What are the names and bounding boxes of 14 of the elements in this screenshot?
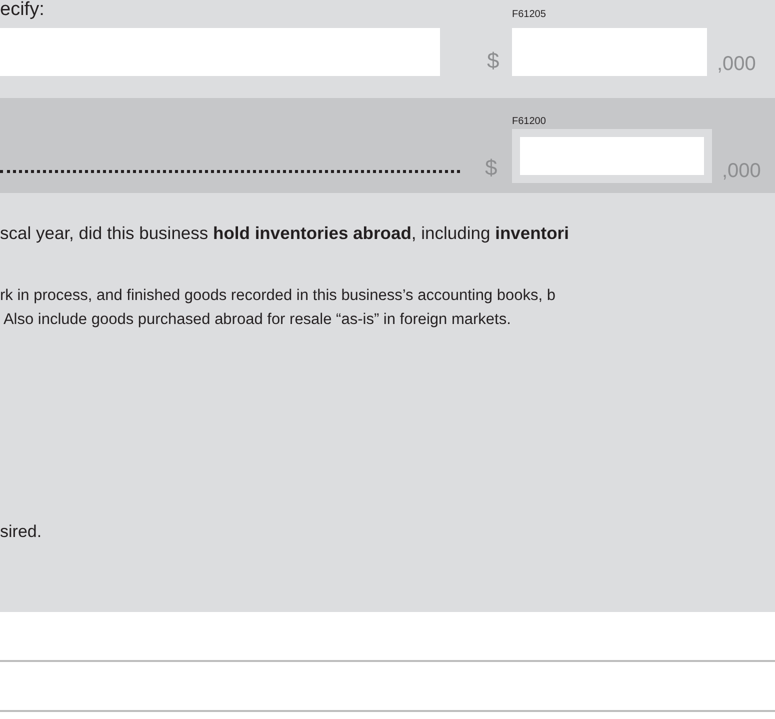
thousands-suffix: ,000 [717, 54, 756, 74]
item-code: F61205 [512, 9, 547, 20]
instruction-text: sired. [0, 522, 43, 542]
question-text: scal year, did this business hold inventories abroad, including inventori [0, 223, 570, 244]
thousands-suffix: ,000 [722, 161, 761, 181]
dollar-sign: $ [487, 50, 500, 72]
item-code: F61200 [512, 116, 547, 127]
total-input-field[interactable] [512, 129, 712, 183]
instruction-text: Also include goods purchased abroad for resale “as-is” in foreign markets. [2, 310, 512, 330]
amount-input-field[interactable] [512, 28, 707, 76]
dollar-sign: $ [485, 157, 498, 179]
specify-input-field[interactable] [0, 28, 440, 76]
specify-label: ecify: [0, 0, 44, 20]
instruction-text: rk in process, and finished goods recorded in this business’s accounting books, b [0, 286, 556, 306]
